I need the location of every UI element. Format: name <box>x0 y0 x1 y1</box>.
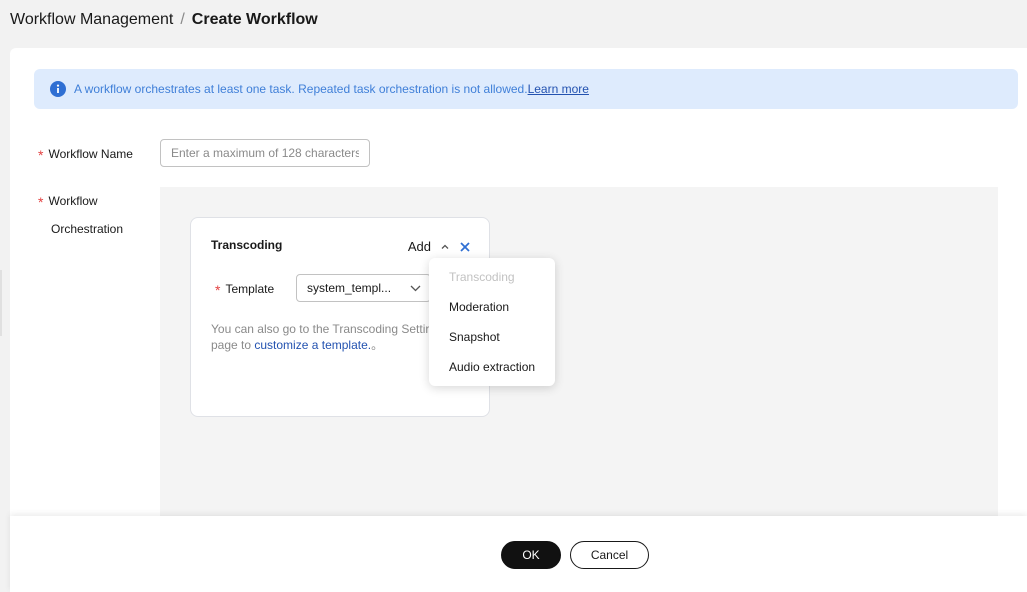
left-edge-divider <box>0 270 2 336</box>
task-actions: Add <box>408 239 471 254</box>
required-mark: * <box>38 147 44 163</box>
create-workflow-page: Workflow Management / Create Workflow A … <box>0 0 1027 592</box>
workflow-name-label: * Workflow Name <box>38 139 133 168</box>
template-select-value: system_templ... <box>307 281 392 295</box>
info-notice: A workflow orchestrates at least one tas… <box>34 69 1018 109</box>
task-title: Transcoding <box>211 238 283 252</box>
add-task-button[interactable]: Add <box>408 239 431 254</box>
dropdown-item-snapshot[interactable]: Snapshot <box>429 322 555 352</box>
required-mark: * <box>38 194 44 210</box>
main-content: A workflow orchestrates at least one tas… <box>10 48 1027 592</box>
footer-bar: OK Cancel <box>10 516 1027 592</box>
hint-text: You can also go to the Transcoding Setti… <box>211 322 430 336</box>
workflow-name-input[interactable] <box>160 139 370 167</box>
breadcrumb: Workflow Management / Create Workflow <box>10 10 318 30</box>
info-icon <box>50 81 66 97</box>
add-task-dropdown: Transcoding Moderation Snapshot Audio ex… <box>429 258 555 386</box>
chevron-down-icon <box>410 285 421 292</box>
breadcrumb-separator: / <box>180 11 185 28</box>
dropdown-item-moderation[interactable]: Moderation <box>429 292 555 322</box>
close-icon[interactable] <box>459 241 471 253</box>
workflow-name-label-text: Workflow Name <box>48 147 133 161</box>
cancel-button[interactable]: Cancel <box>570 541 649 569</box>
template-hint: You can also go to the Transcoding Setti… <box>211 321 436 353</box>
page-title: Create Workflow <box>191 11 318 28</box>
customize-template-link[interactable]: customize a template. <box>254 338 371 352</box>
ok-button[interactable]: OK <box>501 541 561 569</box>
template-label-text: Template <box>225 282 275 296</box>
hint-suffix: 。 <box>371 338 384 352</box>
template-label: * Template <box>215 280 275 298</box>
learn-more-link[interactable]: Learn more <box>528 82 589 96</box>
page-header: Workflow Management / Create Workflow <box>0 0 1027 44</box>
dropdown-item-audio-extraction[interactable]: Audio extraction <box>429 352 555 382</box>
workflow-orchestration-label: * Workflow Orchestration <box>38 186 123 243</box>
breadcrumb-workflow-management-link[interactable]: Workflow Management <box>10 10 173 30</box>
orchestration-label-line2: Orchestration <box>51 222 124 236</box>
notice-text: A workflow orchestrates at least one tas… <box>74 82 528 96</box>
template-select[interactable]: system_templ... <box>296 274 431 302</box>
dropdown-item-transcoding: Transcoding <box>449 270 515 284</box>
orchestration-label-line1: Workflow <box>48 194 98 208</box>
required-mark: * <box>215 282 221 298</box>
hint-text-2: page to <box>211 338 255 352</box>
chevron-up-icon[interactable] <box>439 241 451 253</box>
